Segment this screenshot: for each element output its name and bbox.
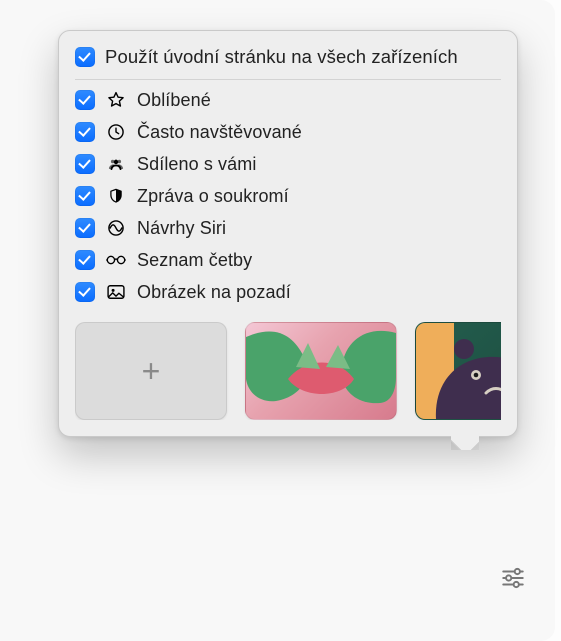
option-privacy-report[interactable]: Zpráva o soukromí xyxy=(75,180,501,212)
background-thumbnail[interactable] xyxy=(415,322,501,420)
option-siri-suggestions[interactable]: Návrhy Siri xyxy=(75,212,501,244)
option-label: Oblíbené xyxy=(137,90,211,111)
checkbox-icon xyxy=(75,154,95,174)
option-label: Často navštěvované xyxy=(137,122,302,143)
option-frequently-visited[interactable]: Často navštěvované xyxy=(75,116,501,148)
add-background-button[interactable]: + xyxy=(75,322,227,420)
checkbox-icon xyxy=(75,250,95,270)
clock-icon xyxy=(105,121,127,143)
checkbox-icon xyxy=(75,47,95,67)
siri-icon xyxy=(105,217,127,239)
option-label: Návrhy Siri xyxy=(137,218,226,239)
option-reading-list[interactable]: Seznam četby xyxy=(75,244,501,276)
checkbox-icon xyxy=(75,90,95,110)
background-thumbnail[interactable] xyxy=(245,322,397,420)
start-page-settings-button[interactable] xyxy=(495,560,531,596)
checkbox-icon xyxy=(75,282,95,302)
start-page-options-popover: Použít úvodní stránku na všech zařízeníc… xyxy=(58,30,518,437)
plus-icon: + xyxy=(142,353,161,390)
background-thumbnails: + xyxy=(75,322,501,420)
option-background-image[interactable]: Obrázek na pozadí xyxy=(75,276,501,308)
option-favorites[interactable]: Oblíbené xyxy=(75,84,501,116)
shield-icon xyxy=(105,185,127,207)
option-label: Použít úvodní stránku na všech zařízeníc… xyxy=(105,46,458,68)
image-icon xyxy=(105,281,127,303)
option-label: Seznam četby xyxy=(137,250,252,271)
star-icon xyxy=(105,89,127,111)
checkbox-icon xyxy=(75,122,95,142)
option-label: Obrázek na pozadí xyxy=(137,282,291,303)
option-use-on-all-devices[interactable]: Použít úvodní stránku na všech zařízeníc… xyxy=(75,41,501,73)
popover-tail xyxy=(451,436,479,450)
glasses-icon xyxy=(105,249,127,271)
people-icon xyxy=(105,153,127,175)
option-label: Sdíleno s vámi xyxy=(137,154,256,175)
option-label: Zpráva o soukromí xyxy=(137,186,289,207)
separator xyxy=(75,79,501,80)
checkbox-icon xyxy=(75,186,95,206)
checkbox-icon xyxy=(75,218,95,238)
option-shared-with-you[interactable]: Sdíleno s vámi xyxy=(75,148,501,180)
